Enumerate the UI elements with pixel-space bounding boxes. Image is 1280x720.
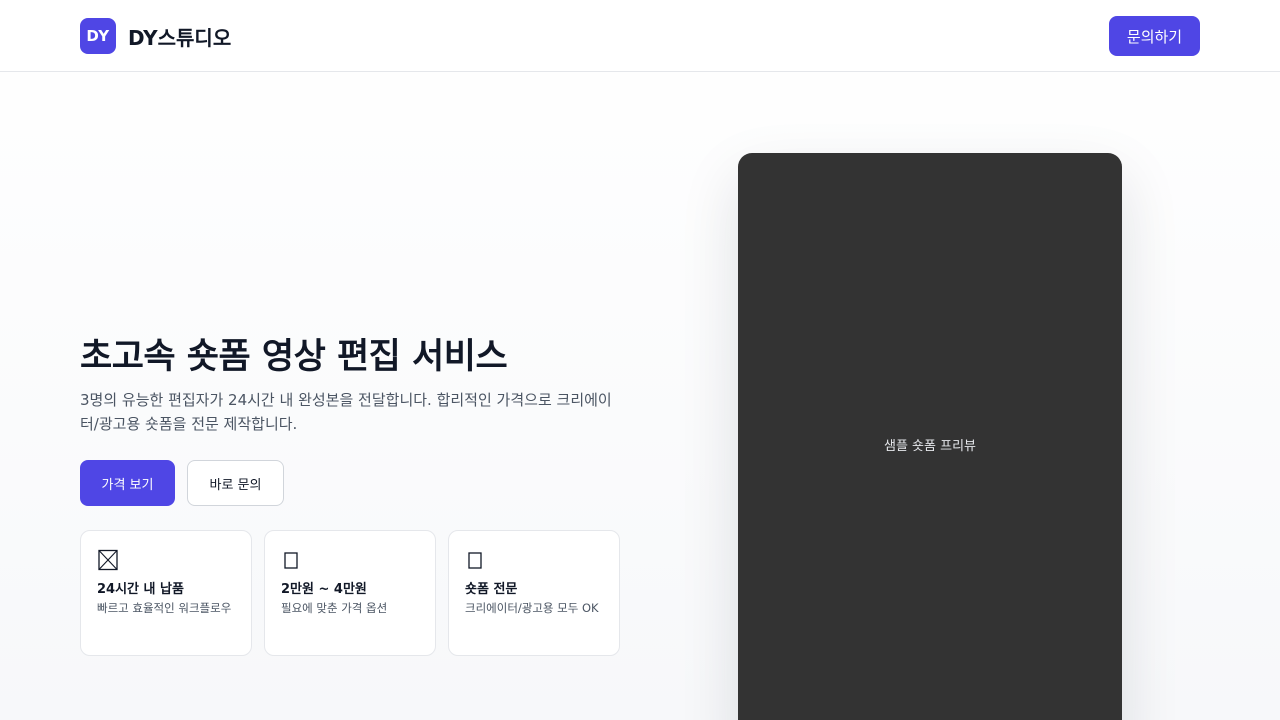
top-navigation-bar: DY DY스튜디오 문의하기 xyxy=(0,0,1280,72)
feature-card-shortform: 숏폼 전문 크리에이터/광고용 모두 OK xyxy=(448,530,620,656)
brand-logo: DY xyxy=(80,18,116,54)
feature-description: 빠르고 효율적인 워크플로우 xyxy=(97,601,232,615)
preview-label: 샘플 숏폼 프리뷰 xyxy=(884,438,976,454)
hero-subtitle: 3명의 유능한 편집자가 24시간 내 완성본을 전달합니다. 합리적인 가격으… xyxy=(80,391,612,433)
feature-title: 2만원 ~ 4만원 xyxy=(281,582,367,597)
feature-description: 필요에 맞춘 가격 옵션 xyxy=(281,601,388,615)
brand[interactable]: DY DY스튜디오 xyxy=(80,18,231,54)
feature-description: 크리에이터/광고용 모두 OK xyxy=(465,601,599,615)
sample-video-preview[interactable]: 샘플 숏폼 프리뷰 xyxy=(738,153,1122,720)
feature-card-delivery: 24시간 내 납품 빠르고 효율적인 워크플로우 xyxy=(80,530,252,656)
view-pricing-button[interactable]: 가격 보기 xyxy=(80,460,175,506)
contact-button[interactable]: 문의하기 xyxy=(1109,16,1200,56)
feature-card-price: 2만원 ~ 4만원 필요에 맞춘 가격 옵션 xyxy=(264,530,436,656)
hourglass-icon xyxy=(97,549,119,571)
feature-title: 숏폼 전문 xyxy=(465,582,518,597)
direct-inquiry-button[interactable]: 바로 문의 xyxy=(187,460,284,506)
video-icon xyxy=(465,549,487,571)
brand-name: DY스튜디오 xyxy=(128,25,232,50)
hero-title: 초고속 숏폼 영상 편집 서비스 xyxy=(80,337,508,377)
feature-title: 24시간 내 납품 xyxy=(97,582,184,597)
money-icon xyxy=(281,549,303,571)
